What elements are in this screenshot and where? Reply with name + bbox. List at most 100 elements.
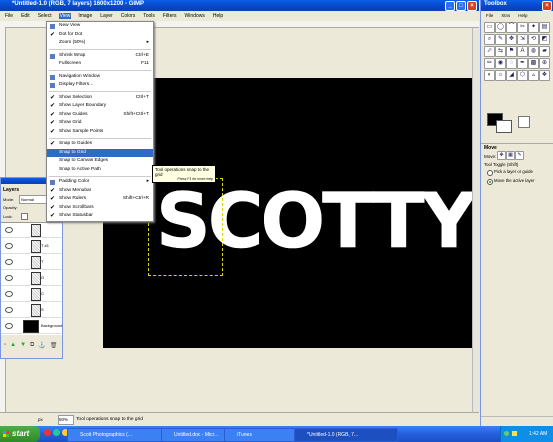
toolbox-menu-file[interactable]: File <box>485 13 494 18</box>
task-itunes[interactable]: iTunes <box>224 428 296 442</box>
vertical-scrollbar[interactable] <box>472 28 480 412</box>
toolbox-close-button[interactable]: × <box>542 1 552 11</box>
blend-icon[interactable]: ▰ <box>539 46 550 57</box>
view-menu-item-snap-to-active-path[interactable]: Snap to Active Path <box>47 166 153 175</box>
quicklaunch-media-icon[interactable] <box>53 429 60 436</box>
raise-layer-icon[interactable]: ▲ <box>10 342 16 352</box>
view-menu-item-show-menubar[interactable]: ✔ Show Menubar <box>47 187 153 196</box>
perspective-icon[interactable]: ⬀ <box>484 46 495 57</box>
visibility-eye-icon[interactable] <box>5 243 13 249</box>
layer-row[interactable] <box>1 223 61 238</box>
maximize-button[interactable]: □ <box>456 1 466 11</box>
menu-tools[interactable]: Tools <box>142 13 156 19</box>
background-color[interactable] <box>496 120 512 133</box>
menu-file[interactable]: File <box>4 13 14 19</box>
layer-row[interactable]: O <box>1 271 61 286</box>
view-menu-item-snap-to-grid[interactable]: Snap to Grid <box>47 148 153 157</box>
start-button[interactable]: start <box>0 426 40 442</box>
eraser-icon[interactable]: ◌ <box>506 58 517 69</box>
lower-layer-icon[interactable]: ▼ <box>20 342 26 352</box>
visibility-eye-icon[interactable] <box>5 227 13 233</box>
pick-layer-radio[interactable] <box>487 170 493 176</box>
view-menu-item-show-scrollbars[interactable]: ✔ Show Scrollbars <box>47 204 153 213</box>
view-menu-item-show-layer-boundary[interactable]: ✔ Show Layer Boundary <box>47 102 153 111</box>
new-layer-icon[interactable]: ▫ <box>4 342 6 352</box>
visibility-eye-icon[interactable] <box>5 323 13 329</box>
view-menu-item-fullscreen[interactable]: Fullscreen F11 <box>47 60 153 69</box>
delete-layer-icon[interactable]: 🗑 <box>50 342 58 352</box>
scale-icon[interactable]: ⇲ <box>517 34 528 45</box>
layer-row[interactable]: S <box>1 303 61 318</box>
view-menu-item-zoom-50[interactable]: Zoom (50%) ▸ <box>47 39 153 48</box>
view-menu-item-display-filters[interactable]: Display Filters... <box>47 81 153 90</box>
menu-edit[interactable]: Edit <box>20 13 31 19</box>
move-selection-icon[interactable]: ▦ <box>506 151 515 160</box>
view-menu-item-navigation-window[interactable]: Navigation Window <box>47 73 153 82</box>
brush-preview[interactable] <box>518 116 530 128</box>
clone-icon[interactable]: ▩ <box>528 58 539 69</box>
view-menu-item-shrink-wrap[interactable]: Shrink Wrap Ctrl+E <box>47 52 153 61</box>
tray-volume-icon[interactable] <box>512 431 517 436</box>
toolbox-menu-help[interactable]: Help <box>517 13 528 18</box>
sharpen-icon[interactable]: ◢ <box>506 70 517 81</box>
paintbrush-icon[interactable]: ◉ <box>495 58 506 69</box>
ellipse-select-icon[interactable]: ◯ <box>495 22 506 33</box>
move-path-icon[interactable]: ✎ <box>515 151 524 160</box>
tray-network-icon[interactable] <box>504 431 509 436</box>
move-layer-icon[interactable]: ✥ <box>497 151 506 160</box>
layer-row[interactable]: Background <box>1 319 62 334</box>
menu-colors[interactable]: Colors <box>120 13 136 19</box>
layer-row[interactable]: T #1 <box>1 239 61 254</box>
free-select-icon[interactable]: ⌒ <box>506 22 517 33</box>
minimize-button[interactable]: _ <box>445 1 455 11</box>
view-menu-item-show-rulers[interactable]: ✔ Show Rulers Shift+Ctrl+R <box>47 195 153 204</box>
layer-row[interactable]: C <box>1 287 61 302</box>
pencil-icon[interactable]: ✏ <box>484 58 495 69</box>
zoom-select[interactable]: 50% <box>58 415 74 425</box>
menu-help[interactable]: Help <box>212 13 224 19</box>
menu-filters[interactable]: Filters <box>162 13 178 19</box>
move-icon[interactable]: ✥ <box>506 34 517 45</box>
fuzzy-select-icon[interactable]: ✦ <box>528 22 539 33</box>
visibility-eye-icon[interactable] <box>5 307 13 313</box>
text-icon[interactable]: A <box>517 46 528 57</box>
ink-icon[interactable]: ✒ <box>517 58 528 69</box>
task-gimp-image[interactable]: *Untitled-1.0 (RGB, 7... <box>294 428 398 442</box>
menu-windows[interactable]: Windows <box>184 13 206 19</box>
view-menu-item-new-view[interactable]: New View <box>47 22 153 31</box>
rect-select-icon[interactable]: ▭ <box>484 22 495 33</box>
duplicate-layer-icon[interactable]: ⧉ <box>30 342 34 352</box>
menu-view[interactable]: View <box>58 13 72 19</box>
view-menu-item-show-guides[interactable]: ✔ Show Guides Shift+Ctrl+T <box>47 111 153 120</box>
color-select-icon[interactable]: ▤ <box>539 22 550 33</box>
bucket-fill-icon[interactable]: ◍ <box>528 46 539 57</box>
move-active-layer-radio[interactable] <box>487 179 493 185</box>
close-button[interactable]: × <box>467 1 477 11</box>
unit-select[interactable]: px <box>38 417 43 422</box>
visibility-eye-icon[interactable] <box>5 291 13 297</box>
visibility-eye-icon[interactable] <box>5 275 13 281</box>
view-menu-item-show-sample-points[interactable]: ✔ Show Sample Points <box>47 128 153 137</box>
heal-icon[interactable]: ⊕ <box>539 58 550 69</box>
flip-icon[interactable]: ⇆ <box>495 46 506 57</box>
menu-select[interactable]: Select <box>37 13 53 19</box>
magnify-icon[interactable]: ⌕ <box>484 34 495 45</box>
align-icon[interactable]: ❖ <box>539 70 550 81</box>
scissors-icon[interactable]: ✂ <box>517 22 528 33</box>
view-menu-item-show-selection[interactable]: ✔ Show Selection Ctrl+T <box>47 94 153 103</box>
toolbox-menu-xtns[interactable]: Xtns <box>500 13 511 18</box>
crop-icon[interactable]: ◩ <box>539 34 550 45</box>
view-menu-item-padding-color[interactable]: Padding Color ▸ <box>47 178 153 187</box>
quicklaunch-browser-icon[interactable] <box>44 429 51 436</box>
dodge-burn-icon[interactable]: ◐ <box>484 70 495 81</box>
menu-layer[interactable]: Layer <box>99 13 114 19</box>
view-menu-item-snap-to-canvas-edges[interactable]: Snap to Canvas Edges <box>47 157 153 166</box>
paths-icon[interactable]: ✎ <box>495 34 506 45</box>
lock-alpha-checkbox[interactable] <box>21 213 28 220</box>
measure-icon[interactable]: ⚑ <box>506 46 517 57</box>
color-picker-icon[interactable]: ▵ <box>528 70 539 81</box>
menu-image[interactable]: Image <box>77 13 93 19</box>
airbrush-icon[interactable]: ⬡ <box>517 70 528 81</box>
view-menu-item-dot-for-dot[interactable]: ✔ Dot for Dot <box>47 31 153 40</box>
view-menu-item-snap-to-guides[interactable]: ✔ Snap to Guides <box>47 140 153 149</box>
